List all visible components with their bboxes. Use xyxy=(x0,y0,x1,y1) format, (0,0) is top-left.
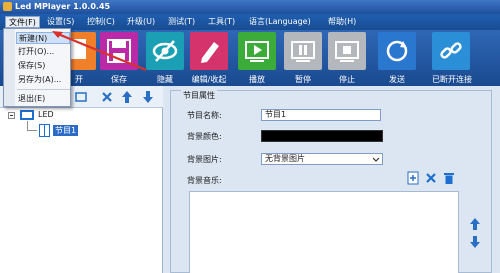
title-bar: Led MPlayer 1.0.0.45 xyxy=(0,0,500,14)
clear-music-button[interactable] xyxy=(443,171,455,185)
send-label: 发送 xyxy=(389,75,405,84)
menu-control[interactable]: 控制(C) xyxy=(84,16,118,28)
program-icon xyxy=(39,124,50,137)
program-name-label: 节目名称: xyxy=(187,111,222,120)
arrow-up-icon xyxy=(470,218,480,230)
trash-icon xyxy=(444,173,454,184)
arrow-up-icon xyxy=(122,91,132,103)
add-file-icon xyxy=(407,171,419,185)
bg-color-label: 背景颜色: xyxy=(187,132,222,141)
menu-item-exit[interactable]: 退出(E) xyxy=(18,93,45,105)
music-down-button[interactable] xyxy=(469,235,481,249)
send-button[interactable] xyxy=(378,32,416,70)
window-title: Led MPlayer 1.0.0.45 xyxy=(15,2,111,11)
save-label: 保存 xyxy=(111,75,127,84)
save-button[interactable] xyxy=(100,32,138,70)
menu-separator xyxy=(17,89,70,90)
close-icon xyxy=(102,92,112,102)
menu-settings[interactable]: 设置(S) xyxy=(44,16,77,28)
menu-upgrade[interactable]: 升级(U) xyxy=(124,16,158,28)
pause-icon xyxy=(291,41,315,62)
bg-image-value: 无背景图片 xyxy=(265,154,305,163)
file-menu-dropdown: 新建(N) 打开(O)... 保存(S) 另存为(A)... 退出(E) xyxy=(3,28,71,107)
save-icon xyxy=(107,39,131,63)
bg-music-list[interactable] xyxy=(189,191,459,273)
menu-test[interactable]: 测试(T) xyxy=(165,16,198,28)
chevron-down-icon xyxy=(372,157,380,162)
group-title: 节目属性 xyxy=(181,90,217,101)
play-icon xyxy=(245,41,269,62)
hide-label: 隐藏 xyxy=(157,75,173,84)
menu-item-save[interactable]: 保存(S) xyxy=(18,60,45,72)
bg-color-picker[interactable] xyxy=(261,130,383,142)
refresh-icon xyxy=(386,40,408,62)
menu-file[interactable]: 文件(F) xyxy=(5,16,40,28)
play-label: 播放 xyxy=(249,75,265,84)
pause-button[interactable] xyxy=(284,32,322,70)
arrow-down-icon xyxy=(143,91,153,103)
app-icon xyxy=(3,2,12,11)
delete-tree-button[interactable] xyxy=(100,90,114,104)
program-tree-panel: LED 节目1 xyxy=(0,86,163,273)
eye-slash-icon xyxy=(152,40,178,62)
screen-add-icon xyxy=(75,92,87,102)
stop-icon xyxy=(335,41,359,62)
remove-music-button[interactable] xyxy=(425,172,437,184)
menu-item-open[interactable]: 打开(O)... xyxy=(18,46,54,58)
program-name-input[interactable]: 节目1 xyxy=(261,109,381,121)
music-up-button[interactable] xyxy=(469,217,481,231)
tree-expander[interactable] xyxy=(8,112,15,119)
toolbar: 开 保存 隐藏 编辑/收起 播放 暂停 停止 发送 已断开连接 xyxy=(0,30,500,86)
pencil-icon xyxy=(201,42,219,63)
tree-node-led[interactable]: LED xyxy=(38,110,54,119)
menu-bar: 文件(F) 设置(S) 控制(C) 升级(U) 测试(T) 工具(T) 语言(L… xyxy=(0,14,500,30)
connection-button[interactable] xyxy=(432,32,470,70)
stop-label: 停止 xyxy=(339,75,355,84)
close-icon xyxy=(426,173,436,183)
move-up-button[interactable] xyxy=(120,90,134,104)
add-music-button[interactable] xyxy=(407,171,419,185)
play-button[interactable] xyxy=(238,32,276,70)
arrow-down-icon xyxy=(470,236,480,248)
connection-label: 已断开连接 xyxy=(432,75,472,84)
menu-help[interactable]: 帮助(H) xyxy=(325,16,359,28)
bg-image-label: 背景图片: xyxy=(187,155,222,164)
menu-item-save-as[interactable]: 另存为(A)... xyxy=(18,74,61,86)
bg-music-label: 背景音乐: xyxy=(187,176,222,185)
hide-button[interactable] xyxy=(146,32,184,70)
edit-label: 编辑/收起 xyxy=(191,75,227,84)
edit-button[interactable] xyxy=(190,32,228,70)
properties-panel: 节目属性 节目名称: 节目1 背景颜色: 背景图片: 无背景图片 背景音乐: xyxy=(164,86,500,273)
tree-node-program[interactable]: 节目1 xyxy=(53,125,79,136)
pause-label: 暂停 xyxy=(295,75,311,84)
bg-image-select[interactable]: 无背景图片 xyxy=(261,153,383,165)
led-screen-icon xyxy=(20,110,34,120)
stop-button[interactable] xyxy=(328,32,366,70)
move-down-button[interactable] xyxy=(141,90,155,104)
menu-tools[interactable]: 工具(T) xyxy=(205,16,238,28)
broken-link-icon xyxy=(440,42,462,59)
menu-item-new[interactable]: 新建(N) xyxy=(16,32,70,44)
program-properties-group: 节目属性 节目名称: 节目1 背景颜色: 背景图片: 无背景图片 背景音乐: xyxy=(170,90,492,273)
add-screen-button[interactable] xyxy=(74,90,88,104)
menu-language[interactable]: 语言(Language) xyxy=(246,16,314,28)
